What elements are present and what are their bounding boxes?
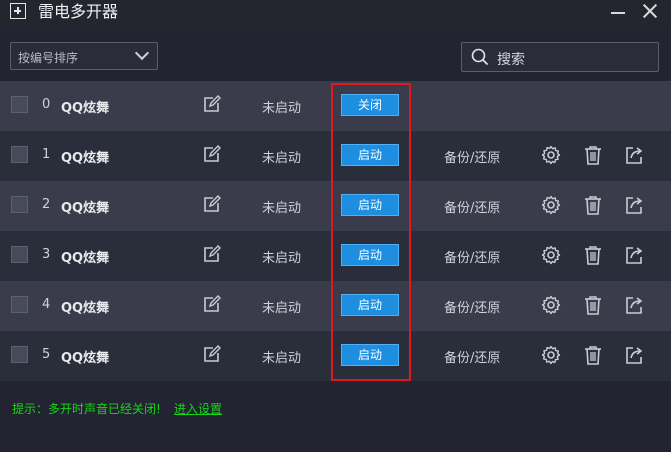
backup-restore-link[interactable]: 备份/还原: [444, 297, 500, 316]
minimize-icon[interactable]: [611, 12, 625, 14]
instance-row: 3 QQ炫舞 未启动 启动 备份/还原: [0, 231, 671, 281]
instance-row: 2 QQ炫舞 未启动 启动 备份/还原: [0, 181, 671, 231]
footer-tip: 提示：多开时声音已经关闭!: [12, 402, 161, 416]
row-status: 未启动: [262, 101, 302, 116]
start-instance-button[interactable]: 启动: [341, 294, 399, 316]
start-instance-button[interactable]: 启动: [341, 244, 399, 266]
gear-icon[interactable]: [541, 295, 561, 315]
row-index: 2: [42, 197, 51, 212]
row-name: QQ炫舞: [61, 151, 110, 166]
search-input[interactable]: 搜索: [497, 49, 525, 69]
trash-icon[interactable]: [583, 345, 603, 365]
gear-icon[interactable]: [541, 145, 561, 165]
row-name: QQ炫舞: [61, 351, 110, 366]
edit-icon[interactable]: [203, 345, 221, 363]
backup-restore-link[interactable]: 备份/还原: [444, 197, 500, 216]
edit-icon[interactable]: [203, 295, 221, 313]
start-instance-button[interactable]: 启动: [341, 144, 399, 166]
instance-row: 4 QQ炫舞 未启动 启动 备份/还原: [0, 281, 671, 331]
row-status: 未启动: [262, 301, 302, 316]
close-icon[interactable]: [639, 0, 661, 22]
search-icon: [471, 48, 489, 66]
share-icon[interactable]: [624, 145, 644, 165]
edit-icon[interactable]: [203, 195, 221, 213]
backup-restore-link[interactable]: 备份/还原: [444, 247, 500, 266]
instance-row: 5 QQ炫舞 未启动 启动 备份/还原: [0, 331, 671, 381]
edit-icon[interactable]: [203, 245, 221, 263]
share-icon[interactable]: [624, 245, 644, 265]
row-name: QQ炫舞: [61, 301, 110, 316]
instance-row: 1 QQ炫舞 未启动 启动 备份/还原: [0, 131, 671, 181]
row-index: 3: [42, 247, 51, 262]
trash-icon[interactable]: [583, 145, 603, 165]
gear-icon[interactable]: [541, 245, 561, 265]
row-index: 0: [42, 97, 51, 112]
row-checkbox[interactable]: [11, 196, 28, 213]
gear-icon[interactable]: [541, 345, 561, 365]
chevron-down-icon: [134, 45, 150, 61]
row-checkbox[interactable]: [11, 296, 28, 313]
row-checkbox[interactable]: [11, 146, 28, 163]
gear-icon[interactable]: [541, 195, 561, 215]
backup-restore-link[interactable]: 备份/还原: [444, 147, 500, 166]
row-name: QQ炫舞: [61, 101, 110, 116]
row-status: 未启动: [262, 351, 302, 366]
backup-restore-link[interactable]: 备份/还原: [444, 347, 500, 366]
share-icon[interactable]: [624, 345, 644, 365]
sort-dropdown[interactable]: 按编号排序: [10, 42, 158, 70]
row-index: 4: [42, 297, 51, 312]
app-title: 雷电多开器: [38, 2, 119, 21]
start-instance-button[interactable]: 启动: [341, 194, 399, 216]
row-checkbox[interactable]: [11, 96, 28, 113]
start-instance-button[interactable]: 启动: [341, 344, 399, 366]
instance-row: 0 QQ炫舞 未启动 关闭: [0, 81, 671, 131]
row-status: 未启动: [262, 201, 302, 216]
row-status: 未启动: [262, 251, 302, 266]
trash-icon[interactable]: [583, 245, 603, 265]
trash-icon[interactable]: [583, 195, 603, 215]
row-index: 5: [42, 347, 51, 362]
edit-icon[interactable]: [203, 95, 221, 113]
search-box[interactable]: 搜索: [461, 42, 659, 72]
app-logo-icon: [10, 3, 26, 19]
row-name: QQ炫舞: [61, 201, 110, 216]
share-icon[interactable]: [624, 295, 644, 315]
trash-icon[interactable]: [583, 295, 603, 315]
title-bar: 雷电多开器: [0, 0, 671, 28]
row-status: 未启动: [262, 151, 302, 166]
sort-dropdown-label: 按编号排序: [18, 51, 79, 65]
row-name: QQ炫舞: [61, 251, 110, 266]
row-checkbox[interactable]: [11, 246, 28, 263]
row-index: 1: [42, 147, 51, 162]
settings-link[interactable]: 进入设置: [174, 400, 222, 417]
edit-icon[interactable]: [203, 145, 221, 163]
share-icon[interactable]: [624, 195, 644, 215]
row-checkbox[interactable]: [11, 346, 28, 363]
close-instance-button[interactable]: 关闭: [341, 94, 399, 116]
